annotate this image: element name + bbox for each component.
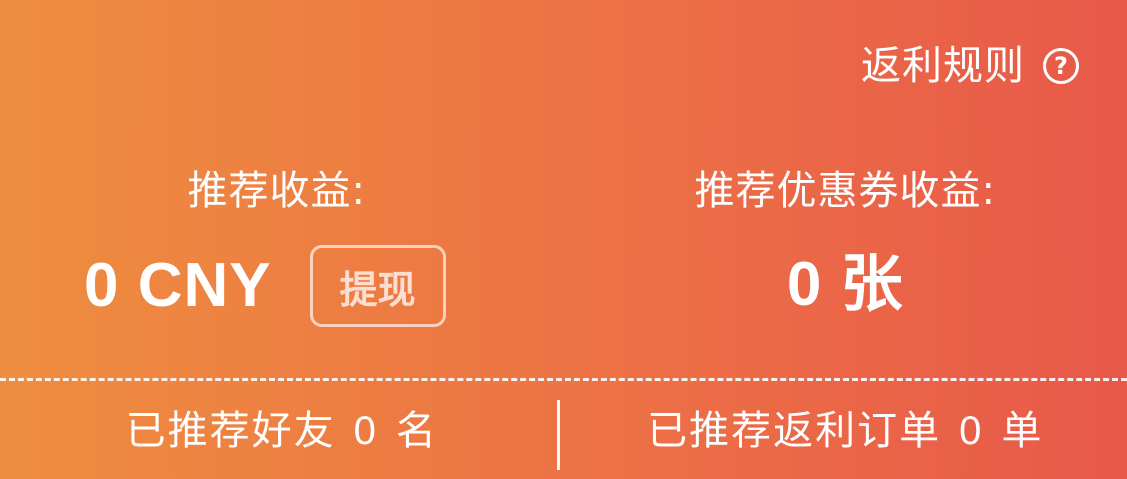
referred-orders-number: 0 [959,408,984,453]
referred-friends-prefix: 已推荐好友 [125,407,336,454]
referral-income-value: 0 CNY [84,251,272,320]
referred-friends-suffix: 名 [395,407,438,454]
vertical-divider [557,400,560,470]
referred-friends-count: 已推荐好友 0 名 [0,406,564,456]
coupon-income-stat: 推荐优惠券收益: 0 张 [564,160,1127,340]
dashed-divider [0,378,1127,381]
income-stats: 推荐收益: 0 CNY 提现 推荐优惠券收益: 0 张 [0,160,1127,340]
coupon-income-value-row: 0 张 [564,245,1127,325]
referral-summary-card: 返利规则 ? 推荐收益: 0 CNY 提现 推荐优惠券收益: 0 张 已推荐好友… [0,0,1127,479]
referred-orders-suffix: 单 [1001,407,1044,454]
referral-counts: 已推荐好友 0 名 已推荐返利订单 0 单 [0,382,1127,479]
rebate-rules-link[interactable]: 返利规则 ? [861,42,1079,90]
referred-orders-count: 已推荐返利订单 0 单 [564,406,1127,456]
referral-income-value-row: 0 CNY 提现 [0,245,564,327]
referral-income-stat: 推荐收益: 0 CNY 提现 [0,160,564,340]
referred-friends-number: 0 [353,408,378,453]
referral-income-label: 推荐收益: [187,168,366,214]
rebate-rules-label: 返利规则 [861,43,1025,89]
referred-orders-prefix: 已推荐返利订单 [647,407,942,454]
help-circle-icon: ? [1043,48,1079,84]
coupon-income-label: 推荐优惠券收益: [694,168,996,214]
withdraw-button[interactable]: 提现 [309,245,446,327]
coupon-income-value: 0 张 [786,250,904,319]
